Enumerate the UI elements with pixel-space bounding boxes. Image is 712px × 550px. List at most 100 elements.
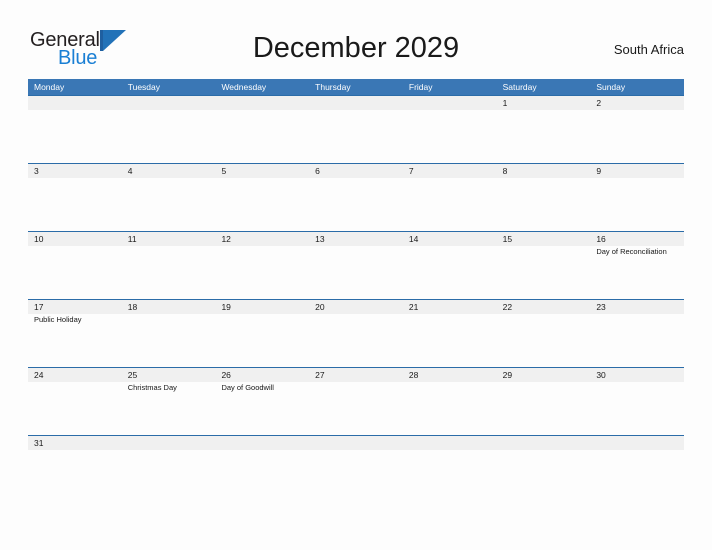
- day-event[interactable]: [497, 314, 591, 367]
- day-event[interactable]: [122, 178, 216, 231]
- day-event[interactable]: [309, 246, 403, 299]
- day-event[interactable]: [28, 450, 122, 477]
- week-row: 3 4 5 6 7 8 9: [28, 163, 684, 231]
- day-number[interactable]: 27: [309, 368, 403, 382]
- day-event[interactable]: [122, 450, 216, 477]
- day-number[interactable]: [215, 436, 309, 450]
- day-number[interactable]: [215, 96, 309, 110]
- week-daynum-band: 17 18 19 20 21 22 23: [28, 300, 684, 314]
- day-number[interactable]: 23: [590, 300, 684, 314]
- week-daynum-band: 1 2: [28, 96, 684, 110]
- day-event[interactable]: [215, 110, 309, 163]
- day-event[interactable]: [309, 450, 403, 477]
- day-event[interactable]: [497, 450, 591, 477]
- day-number[interactable]: [403, 436, 497, 450]
- day-event[interactable]: [403, 314, 497, 367]
- day-number[interactable]: 20: [309, 300, 403, 314]
- day-number[interactable]: 14: [403, 232, 497, 246]
- day-number[interactable]: 6: [309, 164, 403, 178]
- day-event[interactable]: [28, 382, 122, 435]
- weekday-header-row: Monday Tuesday Wednesday Thursday Friday…: [28, 79, 684, 95]
- day-number[interactable]: 12: [215, 232, 309, 246]
- day-number[interactable]: [497, 436, 591, 450]
- day-number[interactable]: 5: [215, 164, 309, 178]
- day-number[interactable]: 31: [28, 436, 122, 450]
- day-event[interactable]: [122, 110, 216, 163]
- day-event[interactable]: [28, 178, 122, 231]
- day-number[interactable]: 8: [497, 164, 591, 178]
- weekday-header-friday: Friday: [408, 82, 433, 92]
- day-event[interactable]: [28, 110, 122, 163]
- day-number[interactable]: [122, 96, 216, 110]
- day-event[interactable]: [403, 178, 497, 231]
- weekday-header-wednesday: Wednesday: [221, 82, 267, 92]
- day-number[interactable]: 2: [590, 96, 684, 110]
- day-number[interactable]: 4: [122, 164, 216, 178]
- day-number[interactable]: 24: [28, 368, 122, 382]
- day-event[interactable]: [497, 178, 591, 231]
- day-number[interactable]: 30: [590, 368, 684, 382]
- day-event[interactable]: [309, 382, 403, 435]
- day-number[interactable]: 17: [28, 300, 122, 314]
- weekday-header-sunday: Sunday: [596, 82, 626, 92]
- day-event[interactable]: [590, 314, 684, 367]
- day-event[interactable]: [590, 382, 684, 435]
- day-number[interactable]: 1: [497, 96, 591, 110]
- day-event[interactable]: [590, 110, 684, 163]
- day-event[interactable]: [215, 178, 309, 231]
- day-event[interactable]: [28, 246, 122, 299]
- page-header: General Blue December 2029 South Africa: [28, 26, 684, 72]
- day-event[interactable]: [215, 450, 309, 477]
- week-event-band: Day of Reconciliation: [28, 246, 684, 299]
- day-event[interactable]: Day of Reconciliation: [590, 246, 684, 299]
- day-event[interactable]: [309, 178, 403, 231]
- day-event[interactable]: [122, 314, 216, 367]
- day-event[interactable]: Public Holiday: [28, 314, 122, 367]
- day-number[interactable]: [590, 436, 684, 450]
- day-event[interactable]: [215, 314, 309, 367]
- day-number[interactable]: 21: [403, 300, 497, 314]
- week-daynum-band: 3 4 5 6 7 8 9: [28, 164, 684, 178]
- day-event[interactable]: [309, 314, 403, 367]
- day-event[interactable]: [497, 246, 591, 299]
- weekday-header-thursday: Thursday: [315, 82, 351, 92]
- day-number[interactable]: 3: [28, 164, 122, 178]
- day-event[interactable]: Day of Goodwill: [215, 382, 309, 435]
- day-number[interactable]: [309, 96, 403, 110]
- day-number[interactable]: [309, 436, 403, 450]
- day-number[interactable]: 13: [309, 232, 403, 246]
- day-number[interactable]: 25: [122, 368, 216, 382]
- day-number[interactable]: 7: [403, 164, 497, 178]
- day-number[interactable]: 26: [215, 368, 309, 382]
- day-number[interactable]: 10: [28, 232, 122, 246]
- day-number[interactable]: 11: [122, 232, 216, 246]
- calendar-grid: Monday Tuesday Wednesday Thursday Friday…: [28, 79, 684, 477]
- day-number[interactable]: 16: [590, 232, 684, 246]
- day-event[interactable]: [403, 246, 497, 299]
- day-number[interactable]: 19: [215, 300, 309, 314]
- day-event[interactable]: [590, 450, 684, 477]
- day-event[interactable]: [497, 382, 591, 435]
- week-row: 24 25 26 27 28 29 30 Christmas Day Day o…: [28, 367, 684, 435]
- calendar-page: General Blue December 2029 South Africa …: [0, 0, 712, 550]
- day-number[interactable]: [28, 96, 122, 110]
- week-row: 17 18 19 20 21 22 23 Public Holiday: [28, 299, 684, 367]
- day-event[interactable]: [215, 246, 309, 299]
- day-event[interactable]: [309, 110, 403, 163]
- day-number[interactable]: [122, 436, 216, 450]
- day-event[interactable]: [122, 246, 216, 299]
- day-event[interactable]: Christmas Day: [122, 382, 216, 435]
- day-number[interactable]: 15: [497, 232, 591, 246]
- day-number[interactable]: 22: [497, 300, 591, 314]
- day-event[interactable]: [590, 178, 684, 231]
- day-event[interactable]: [497, 110, 591, 163]
- day-event[interactable]: [403, 382, 497, 435]
- day-event[interactable]: [403, 110, 497, 163]
- week-row: 31: [28, 435, 684, 477]
- day-event[interactable]: [403, 450, 497, 477]
- day-number[interactable]: 9: [590, 164, 684, 178]
- day-number[interactable]: [403, 96, 497, 110]
- day-number[interactable]: 18: [122, 300, 216, 314]
- day-number[interactable]: 29: [497, 368, 591, 382]
- day-number[interactable]: 28: [403, 368, 497, 382]
